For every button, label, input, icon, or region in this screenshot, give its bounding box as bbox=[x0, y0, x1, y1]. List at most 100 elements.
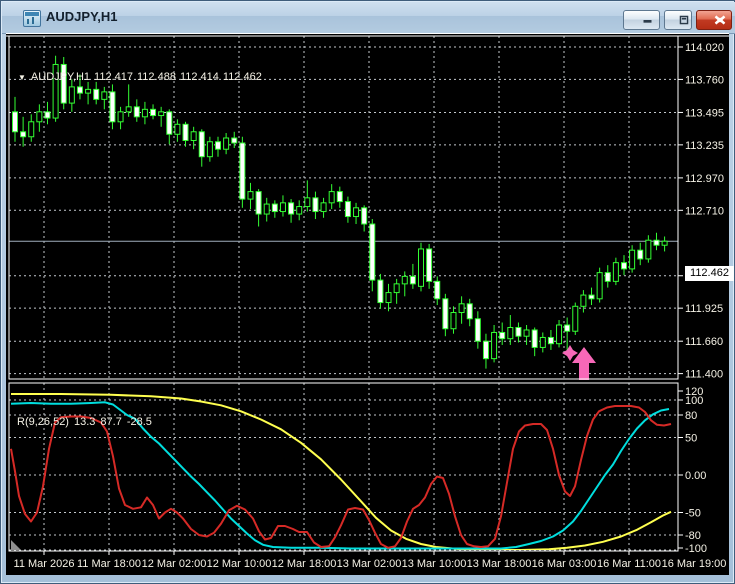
candle-body bbox=[450, 312, 457, 330]
candle-body bbox=[482, 340, 489, 360]
indicator-axis-label: 0.00 bbox=[685, 470, 706, 482]
indicator-axis-label: -80 bbox=[685, 530, 701, 542]
candle-body bbox=[409, 275, 416, 285]
candle-body bbox=[515, 326, 522, 337]
candle-body bbox=[393, 283, 400, 294]
indicator-value-1: 13.3 bbox=[73, 416, 96, 428]
candle-body bbox=[215, 141, 221, 150]
indicator-axis-label: 80 bbox=[685, 410, 697, 422]
candle-body bbox=[239, 142, 246, 200]
candle-body bbox=[361, 207, 368, 225]
candle-body bbox=[44, 111, 51, 119]
chart-client-area: 114.020 113.760 113.495 113.235 112.970 112.7… bbox=[6, 33, 734, 575]
candle-body bbox=[109, 91, 116, 123]
candle-body bbox=[564, 324, 571, 332]
price-axis-label: 111.660 bbox=[685, 336, 723, 348]
candle-body bbox=[385, 292, 392, 304]
candle-body bbox=[12, 111, 18, 133]
ohlc-high: 112.488 bbox=[136, 71, 176, 83]
candle-body bbox=[434, 280, 441, 300]
candle-body bbox=[507, 326, 514, 340]
price-chart-canvas[interactable]: 114.020 113.760 113.495 113.235 112.970 112.7… bbox=[6, 35, 729, 575]
candle-body bbox=[158, 111, 165, 117]
candle-body bbox=[621, 262, 627, 270]
time-axis-label: 12 Mar 18:00 bbox=[272, 558, 337, 570]
minimize-button[interactable] bbox=[623, 10, 660, 30]
candle-body bbox=[531, 329, 538, 348]
candle-body bbox=[198, 131, 205, 158]
candle-body bbox=[150, 108, 157, 117]
candle-body bbox=[556, 324, 563, 345]
candle-body bbox=[28, 121, 35, 138]
candle-body bbox=[206, 141, 213, 158]
title-bar[interactable]: AUDJPY,H1 bbox=[2, 2, 735, 34]
candle-body bbox=[637, 249, 644, 260]
price-axis-label: 113.495 bbox=[685, 107, 724, 119]
indicator-axis-label: 50 bbox=[685, 433, 697, 445]
indicator-value-3: -28.5 bbox=[126, 416, 152, 428]
candle-body bbox=[125, 106, 132, 113]
current-price-label: 112.462 bbox=[685, 266, 734, 281]
minimize-icon bbox=[643, 20, 652, 23]
candle-body bbox=[68, 86, 75, 104]
candle-body bbox=[304, 197, 311, 208]
candle-body bbox=[458, 303, 465, 314]
candle-body bbox=[231, 137, 238, 144]
indicator-axis-label: 100 bbox=[685, 395, 703, 407]
pane-resize-grip[interactable] bbox=[11, 540, 21, 550]
candle-body bbox=[596, 272, 603, 300]
candle-body bbox=[401, 275, 408, 285]
indicator-header: R(9,26,52) 13.3 87.7 -28.5 bbox=[17, 416, 157, 428]
candle-body bbox=[288, 202, 295, 215]
symbol-dropdown-icon[interactable]: ▼ bbox=[18, 73, 26, 82]
candle-body bbox=[263, 203, 270, 215]
candle-body bbox=[523, 329, 530, 337]
candle-body bbox=[418, 248, 424, 287]
ohlc-close: 112.462 bbox=[222, 71, 262, 83]
price-axis-label: 112.710 bbox=[685, 205, 724, 217]
close-button[interactable] bbox=[696, 10, 732, 30]
candle-body bbox=[442, 298, 449, 330]
candle-body bbox=[336, 191, 343, 203]
candle-body bbox=[247, 191, 254, 200]
indicator-axis-label: -50 bbox=[685, 508, 701, 520]
candle-body bbox=[182, 123, 189, 141]
candles-layer[interactable] bbox=[12, 55, 668, 369]
chart-ohlc-header: ▼ AUDJPY,H1 112.417 112.488 112.414 112.462 bbox=[18, 71, 266, 83]
price-axis-label: 111.400 bbox=[685, 369, 723, 381]
chart-window: AUDJPY,H1 114.020 113.760 113.495 113.235 11… bbox=[0, 0, 735, 584]
candle-body bbox=[645, 239, 652, 260]
candle-body bbox=[580, 294, 587, 307]
candle-body bbox=[499, 331, 506, 340]
price-axis-label: 113.235 bbox=[685, 140, 724, 152]
time-axis-label: 11 Mar 18:00 bbox=[77, 558, 141, 570]
candle-body bbox=[612, 262, 619, 282]
close-icon bbox=[714, 15, 726, 25]
price-axis-label: 113.760 bbox=[685, 74, 724, 86]
candle-body bbox=[426, 248, 433, 282]
time-axis-label: 13 Mar 02:00 bbox=[337, 558, 402, 570]
candle-body bbox=[271, 203, 278, 213]
candle-body bbox=[101, 91, 108, 100]
candle-body bbox=[190, 131, 197, 141]
candle-body bbox=[166, 111, 173, 135]
candle-body bbox=[572, 305, 579, 332]
candle-body bbox=[539, 336, 546, 348]
price-axis-label: 111.925 bbox=[685, 303, 723, 315]
time-axis-label: 13 Mar 18:00 bbox=[467, 558, 532, 570]
candle-body bbox=[474, 318, 481, 342]
candle-body bbox=[141, 108, 148, 118]
candle-body bbox=[353, 207, 360, 218]
buy-signal-arrow-icon[interactable] bbox=[562, 345, 596, 380]
candle-body bbox=[174, 123, 181, 135]
candle-body bbox=[653, 239, 660, 246]
time-axis-label: 16 Mar 11:00 bbox=[597, 558, 661, 570]
candle-body bbox=[320, 202, 327, 213]
candle-body bbox=[296, 206, 303, 215]
restore-button[interactable] bbox=[664, 10, 692, 30]
time-axis-label: 12 Mar 02:00 bbox=[142, 558, 207, 570]
price-axis-label: 114.020 bbox=[685, 42, 724, 54]
candle-body bbox=[629, 249, 636, 270]
candle-body bbox=[312, 197, 319, 213]
candle-body bbox=[76, 86, 83, 94]
